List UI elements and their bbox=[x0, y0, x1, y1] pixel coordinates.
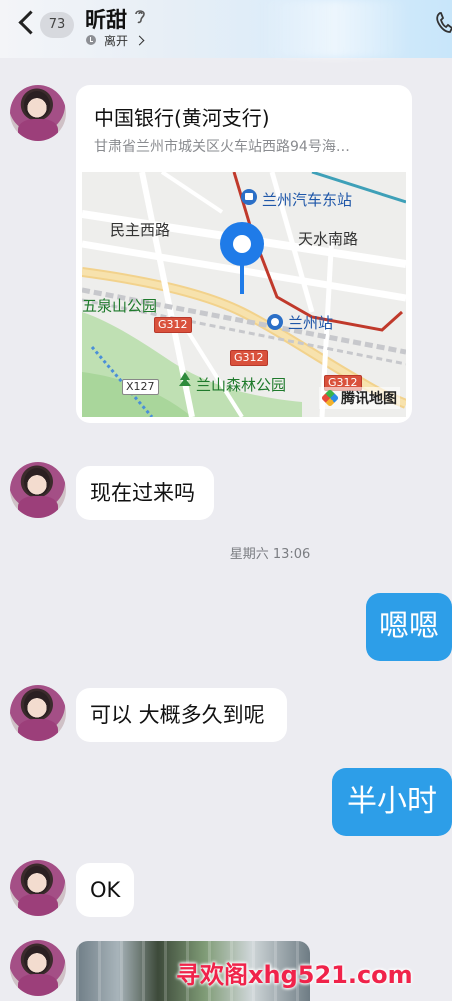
map-label: 兰州站 bbox=[288, 314, 334, 332]
presence-status[interactable]: 离开 bbox=[86, 32, 145, 48]
avatar[interactable] bbox=[10, 685, 66, 741]
avatar[interactable] bbox=[10, 462, 66, 518]
message-bubble-incoming[interactable]: OK bbox=[76, 863, 134, 917]
chat-header: 73 昕甜 离开 bbox=[0, 0, 452, 58]
timestamp: 星期六 13:06 bbox=[229, 547, 311, 562]
unread-count-badge[interactable]: 73 bbox=[40, 12, 74, 38]
message-bubble-outgoing[interactable]: 半小时 bbox=[332, 768, 452, 836]
map-label: 五泉山公园 bbox=[82, 297, 158, 315]
compass-icon bbox=[320, 388, 340, 408]
location-card[interactable]: 中国银行(黄河支行) 甘肃省兰州市城关区火车站西路94号海… 兰州汽车东站 民主… bbox=[76, 85, 412, 423]
phone-icon[interactable] bbox=[434, 10, 452, 36]
chevron-right-icon bbox=[134, 35, 145, 45]
road-badge: G312 bbox=[230, 350, 268, 366]
header-glow bbox=[260, 0, 410, 58]
message-bubble-outgoing[interactable]: 嗯嗯 bbox=[366, 593, 452, 661]
avatar[interactable] bbox=[10, 860, 66, 916]
map-label: 兰州汽车东站 bbox=[262, 191, 353, 209]
road-badge: X127 bbox=[122, 379, 159, 395]
back-icon[interactable] bbox=[18, 10, 43, 35]
away-clock-icon bbox=[86, 35, 96, 45]
contact-name[interactable]: 昕甜 bbox=[85, 4, 127, 34]
ear-icon bbox=[135, 10, 145, 24]
map-provider-name: 腾讯地图 bbox=[341, 391, 397, 407]
map-preview[interactable]: 兰州汽车东站 民主西路 天水南路 五泉山公园 兰州站 兰山森林公园 G312 G… bbox=[81, 170, 408, 419]
road-badge: G312 bbox=[154, 317, 192, 333]
status-label: 离开 bbox=[104, 33, 129, 48]
location-address: 甘肃省兰州市城关区火车站西路94号海… bbox=[94, 139, 350, 155]
map-label: 民主西路 bbox=[110, 221, 171, 239]
map-label: 兰山森林公园 bbox=[196, 376, 287, 394]
avatar[interactable] bbox=[10, 85, 66, 141]
message-bubble-incoming[interactable]: 现在过来吗 bbox=[76, 466, 214, 520]
map-provider-logo: 腾讯地图 bbox=[319, 387, 400, 409]
map-label: 天水南路 bbox=[298, 230, 359, 248]
location-title: 中国银行(黄河支行) bbox=[94, 106, 270, 130]
avatar[interactable] bbox=[10, 940, 66, 996]
message-bubble-incoming[interactable]: 可以 大概多久到呢 bbox=[76, 688, 287, 742]
watermark: 寻欢阁xhg521.com bbox=[176, 961, 413, 989]
